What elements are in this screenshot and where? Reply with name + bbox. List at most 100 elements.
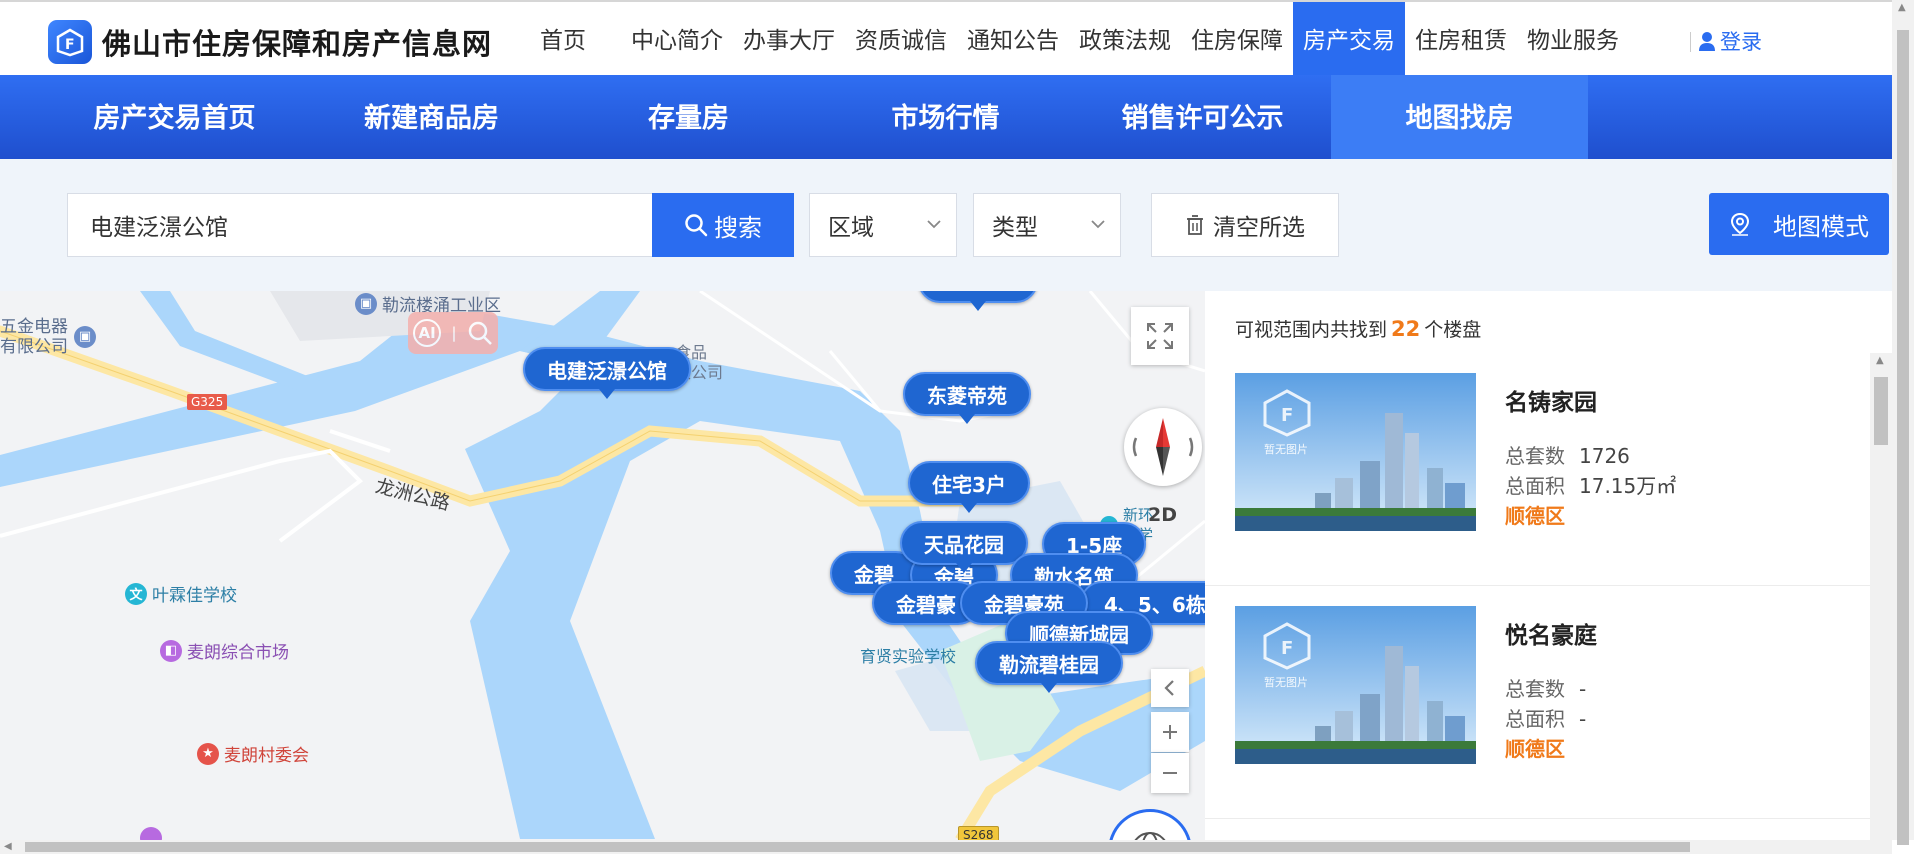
- site-title: 佛山市住房保障和房产信息网: [102, 27, 493, 61]
- property-area: -: [1579, 707, 1587, 731]
- property-marker-tianpin[interactable]: 天品花园: [900, 521, 1028, 573]
- property-marker-dianjian[interactable]: 电建泛澋公馆: [523, 347, 691, 399]
- scroll-up-arrow-icon[interactable]: ▲: [1876, 355, 1884, 366]
- fullscreen-icon: [1147, 323, 1173, 349]
- logo-icon: F: [48, 20, 92, 64]
- property-marker-leliu-biguiyuan[interactable]: 勒流碧桂园: [975, 641, 1123, 693]
- results-scrollbar-thumb[interactable]: [1874, 377, 1888, 445]
- nav-property-trade[interactable]: 房产交易: [1293, 2, 1405, 77]
- map-mode-label: 地图模式: [1773, 212, 1869, 241]
- svg-text:暂无图片: 暂无图片: [1264, 443, 1308, 456]
- plus-icon: [1163, 725, 1177, 739]
- property-thumbnail[interactable]: F 暂无图片: [1235, 373, 1476, 531]
- property-area-row: 总面积 17.15万㎡: [1505, 474, 1677, 498]
- property-units: 1726: [1579, 444, 1630, 468]
- results-summary: 可视范围内共找到 22 个楼盘: [1235, 317, 1482, 341]
- nav-property-service[interactable]: 物业服务: [1517, 2, 1629, 77]
- search-button-label: 搜索: [714, 214, 762, 242]
- property-thumbnail[interactable]: F 暂无图片: [1235, 606, 1476, 764]
- region-dropdown[interactable]: 区域: [809, 193, 957, 257]
- search-button[interactable]: 搜索: [652, 193, 794, 257]
- clear-selection-button[interactable]: 清空所选: [1151, 193, 1339, 257]
- svg-text:F: F: [1281, 405, 1293, 426]
- type-dropdown[interactable]: 类型: [973, 193, 1121, 257]
- property-marker-dongling[interactable]: 东菱帝苑: [903, 372, 1031, 424]
- subnav-sales-permit[interactable]: 销售许可公示: [1074, 75, 1331, 159]
- property-area: 17.15万㎡: [1579, 474, 1677, 498]
- poi-village-committee[interactable]: ★ 麦朗村委会: [197, 741, 309, 766]
- zoom-in-button[interactable]: [1151, 712, 1189, 752]
- property-district: 顺德区: [1505, 737, 1565, 761]
- subnav-resale[interactable]: 存量房: [560, 75, 817, 159]
- view-2d-toggle[interactable]: 2D: [1148, 504, 1177, 526]
- nav-rental[interactable]: 住房租赁: [1405, 2, 1517, 77]
- nav-policies[interactable]: 政策法规: [1069, 2, 1181, 77]
- subnav-market[interactable]: 市场行情: [817, 75, 1074, 159]
- user-icon: [1699, 32, 1715, 51]
- results-list: F 暂无图片 名铸家园 总套数 1726 总面积 17.15万㎡ 顺德区 F 暂…: [1205, 353, 1870, 840]
- search-input[interactable]: [67, 193, 653, 257]
- search-icon: [468, 321, 492, 345]
- site-logo[interactable]: F 佛山市住房保障和房产信息网: [48, 20, 492, 64]
- poi-ye-school[interactable]: 文 叶霖佳学校: [125, 581, 237, 606]
- subnav-map-search[interactable]: 地图找房: [1331, 75, 1588, 159]
- government-icon: ★: [197, 742, 219, 765]
- poi-appliance-company[interactable]: 五金电器 有限公司 ▣: [0, 317, 101, 357]
- ai-search-badge[interactable]: AI |: [408, 312, 498, 354]
- page-vertical-scrollbar-thumb[interactable]: [1897, 30, 1909, 845]
- badge-divider: |: [451, 324, 457, 342]
- fullscreen-button[interactable]: [1131, 307, 1189, 365]
- type-label: 类型: [992, 215, 1038, 241]
- list-item[interactable]: F 暂无图片 名铸家园 总套数 1726 总面积 17.15万㎡ 顺德区: [1205, 353, 1870, 586]
- property-name[interactable]: 名铸家园: [1505, 383, 1597, 417]
- poi-market[interactable]: ◧ 麦朗综合市场: [160, 638, 289, 663]
- map-view[interactable]: ▣ 勒流楼涌工业区 五金电器 有限公司 ▣ 食品 限公司 文 叶霖佳学校 ◧ 麦…: [0, 291, 1205, 840]
- map-mode-button[interactable]: 地图模式: [1709, 193, 1889, 255]
- clear-selection-label: 清空所选: [1213, 215, 1305, 241]
- svg-text:F: F: [65, 37, 75, 53]
- top-header: F 佛山市住房保障和房产信息网 首页 中心简介 办事大厅 资质诚信 通知公告 政…: [0, 0, 1892, 77]
- nav-notices[interactable]: 通知公告: [957, 2, 1069, 77]
- login-link[interactable]: 登录: [1698, 26, 1762, 56]
- results-panel: 可视范围内共找到 22 个楼盘 F 暂无图片 名铸家园 总套数 1726 总面积…: [1205, 291, 1892, 840]
- nav-home[interactable]: 首页: [530, 2, 621, 77]
- shopping-icon: ◧: [160, 639, 182, 662]
- poi-purple: [140, 827, 167, 840]
- zoom-out-button[interactable]: [1151, 753, 1189, 793]
- highway-shield-s268: S268: [958, 826, 999, 840]
- property-marker-residence3[interactable]: 住宅3户: [908, 461, 1030, 513]
- poi-yuxian-school[interactable]: 育贤实验学校: [860, 643, 956, 667]
- login-label: 登录: [1720, 30, 1762, 54]
- nav-housing-security[interactable]: 住房保障: [1181, 2, 1293, 77]
- scroll-left-arrow-icon[interactable]: ◀: [4, 841, 12, 852]
- compass-control[interactable]: [1124, 408, 1202, 486]
- svg-text:F: F: [1281, 638, 1293, 659]
- property-units-row: 总套数 -: [1505, 677, 1587, 701]
- shopping-icon: [140, 827, 162, 840]
- filter-bar: 搜索 区域 类型 清空所选 地图模式: [0, 159, 1892, 291]
- collapse-panel-button[interactable]: [1151, 669, 1189, 707]
- top-nav: 首页 中心简介 办事大厅 资质诚信 通知公告 政策法规 住房保障 房产交易 住房…: [530, 2, 1629, 77]
- property-units-row: 总套数 1726: [1505, 444, 1630, 468]
- subnav-new-homes[interactable]: 新建商品房: [303, 75, 560, 159]
- scroll-up-arrow-icon[interactable]: ▲: [1898, 2, 1906, 13]
- compass-icon: [1132, 418, 1194, 476]
- globe-icon: [1134, 832, 1166, 840]
- globe-view-button[interactable]: [1108, 809, 1192, 840]
- subnav-trade-home[interactable]: 房产交易首页: [46, 75, 303, 159]
- svg-text:暂无图片: 暂无图片: [1264, 676, 1308, 689]
- nav-about[interactable]: 中心简介: [621, 2, 733, 77]
- page-horizontal-scrollbar-thumb[interactable]: [25, 842, 1690, 852]
- property-units: -: [1579, 677, 1587, 701]
- trash-icon: [1187, 215, 1203, 235]
- highway-shield-g325: G325: [187, 394, 228, 410]
- ai-icon: AI: [413, 319, 442, 347]
- region-label: 区域: [828, 215, 874, 241]
- nav-credit[interactable]: 资质诚信: [845, 2, 957, 77]
- nav-service-hall[interactable]: 办事大厅: [733, 2, 845, 77]
- property-marker-partial[interactable]: [918, 291, 1038, 311]
- list-item[interactable]: F 暂无图片 悦名豪庭 总套数 - 总面积 - 顺德区: [1205, 586, 1870, 819]
- placeholder-image: F 暂无图片: [1235, 606, 1476, 764]
- chevron-down-icon: [927, 220, 941, 229]
- property-name[interactable]: 悦名豪庭: [1505, 616, 1597, 650]
